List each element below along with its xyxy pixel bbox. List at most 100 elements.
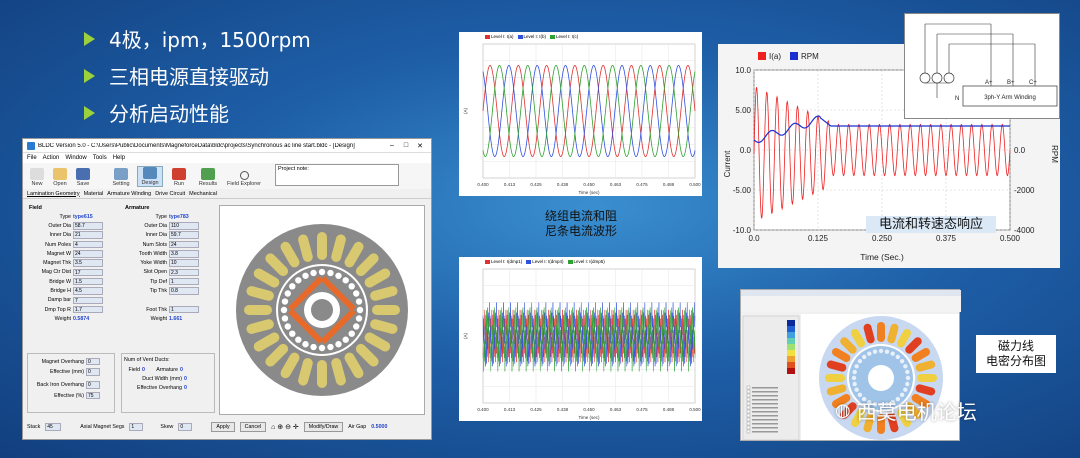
param-input[interactable]: 59.7: [169, 231, 199, 239]
menu-tools[interactable]: Tools: [93, 155, 107, 161]
option-label-line: [752, 411, 778, 413]
vent-field-value[interactable]: 0: [142, 367, 152, 373]
param-input[interactable]: 17: [73, 268, 103, 277]
air-gap-value[interactable]: 0.5000: [371, 424, 387, 430]
stack-input[interactable]: 45: [45, 423, 62, 431]
overhang-input[interactable]: 75: [86, 391, 100, 400]
param-input[interactable]: 58.7: [73, 222, 103, 230]
option-checkbox[interactable]: [746, 385, 751, 390]
option-checkbox[interactable]: [746, 397, 751, 402]
tab-armature-winding[interactable]: Armature Winding: [107, 191, 151, 197]
circuit-diagram: A+ B+ C+ N 3ph-Y Arm Winding: [904, 13, 1060, 119]
legend-swatch: [517, 34, 523, 39]
run-button[interactable]: Run: [166, 168, 192, 187]
x-tick-label: 0.500: [689, 182, 701, 187]
close-icon[interactable]: ✕: [413, 142, 427, 150]
x-tick-label: 0.425: [530, 407, 542, 412]
option-checkbox[interactable]: [746, 409, 751, 414]
design-button[interactable]: Design: [137, 166, 163, 187]
project-note-field[interactable]: Project note:: [275, 164, 399, 186]
overhang-label: Magnet Overhang: [41, 358, 84, 365]
armature-type-value[interactable]: type783: [169, 214, 189, 220]
option-checkbox[interactable]: [746, 429, 751, 434]
legend-swatch: [485, 259, 490, 264]
duct-width-row: Duct Width (mm) 0: [124, 374, 212, 383]
param-input[interactable]: 1.7: [73, 305, 103, 314]
field-explorer-button[interactable]: Field Explorer: [224, 171, 264, 187]
option-checkbox[interactable]: [746, 413, 751, 418]
skew-select[interactable]: 0: [178, 423, 193, 431]
option-checkbox[interactable]: [746, 401, 751, 406]
x-axis-label: Time (Sec.): [860, 252, 904, 262]
param-input[interactable]: 1: [169, 305, 199, 314]
param-input[interactable]: 2.3: [169, 268, 199, 277]
minimize-icon[interactable]: –: [385, 142, 399, 149]
option-checkbox[interactable]: [746, 389, 751, 394]
cancel-button[interactable]: Cancel: [239, 422, 267, 432]
damper-bar: [318, 268, 326, 276]
param-input[interactable]: 24: [73, 250, 103, 258]
param-input[interactable]: 4: [73, 240, 103, 249]
motor-cross-section-view[interactable]: [219, 205, 425, 415]
x-tick-label: 0.413: [504, 407, 516, 412]
effective-overhang-value[interactable]: 0: [184, 385, 187, 391]
maximize-icon[interactable]: □: [399, 142, 413, 149]
param-input[interactable]: 0.8: [169, 287, 199, 295]
param-input[interactable]: 110: [169, 222, 199, 230]
x-tick-label: 0.0: [748, 234, 760, 243]
vent-armature-value[interactable]: 0: [180, 367, 183, 373]
option-checkbox[interactable]: [746, 405, 751, 410]
apply-button[interactable]: Apply: [211, 422, 235, 432]
results-button[interactable]: Results: [195, 168, 221, 187]
option-checkbox[interactable]: [746, 393, 751, 398]
option-checkbox[interactable]: [746, 425, 751, 430]
field-type-value[interactable]: type615: [73, 214, 93, 220]
param-input[interactable]: 1: [169, 277, 199, 286]
x-tick-label: 0.463: [610, 407, 622, 412]
menu-help[interactable]: Help: [113, 155, 125, 161]
tab-material[interactable]: Material: [84, 191, 104, 197]
param-input[interactable]: 3.5: [73, 259, 103, 267]
x-tick-label: 0.450: [583, 407, 595, 412]
legend-label: Level I: I(dmp4): [532, 259, 564, 264]
param-input[interactable]: 3.8: [169, 250, 199, 258]
axial-magnet-segs-select[interactable]: 1: [129, 423, 144, 431]
param-input[interactable]: 7: [73, 296, 103, 305]
legend-item: Level I: I(a): [485, 34, 514, 39]
overhang-input[interactable]: 0: [86, 381, 100, 389]
damper-bar: [872, 349, 878, 354]
param-input[interactable]: 10: [169, 259, 199, 267]
duct-width-value[interactable]: 0: [184, 376, 187, 382]
param-input[interactable]: 24: [169, 240, 199, 249]
menu-action[interactable]: Action: [43, 155, 60, 161]
param-input[interactable]: 4.5: [73, 287, 103, 295]
menu-window[interactable]: Window: [65, 155, 86, 161]
y-right-tick-label: 0.0: [1014, 146, 1026, 155]
modify-draw-button[interactable]: Modify/Draw: [303, 422, 344, 432]
damper-bar: [852, 381, 857, 387]
zoom-icons[interactable]: ⌂ ⊕ ⊖ ✛: [271, 423, 299, 431]
new-button[interactable]: New: [27, 168, 47, 187]
field-weight-label: Weight: [54, 315, 71, 322]
new-file-icon: [30, 168, 44, 180]
bldc-window: BLDC Version 5.0 - C:\Users\Public\Docum…: [22, 138, 432, 440]
param-input[interactable]: 1.5: [73, 277, 103, 286]
legend-label: Level I: I(c): [556, 34, 579, 39]
menu-file[interactable]: File: [27, 155, 37, 161]
save-button[interactable]: Save: [73, 168, 93, 187]
tab-lamination-geometry[interactable]: Lamination Geometry: [27, 191, 80, 197]
param-input[interactable]: 21: [73, 231, 103, 239]
param-row: Magnet Thk 3.5: [25, 258, 121, 267]
overhang-input[interactable]: 0: [86, 368, 100, 376]
legend-label: RPM: [801, 52, 819, 61]
overhang-input[interactable]: 0: [86, 357, 100, 366]
setting-button[interactable]: Setting: [108, 168, 134, 187]
open-button[interactable]: Open: [50, 168, 70, 187]
option-checkbox[interactable]: [746, 421, 751, 426]
tab-mechanical[interactable]: Mechanical: [189, 191, 217, 197]
tab-drive-circuit[interactable]: Drive Circuit: [155, 191, 185, 197]
option-checkbox[interactable]: [746, 417, 751, 422]
x-axis-label: Time (sec): [578, 415, 600, 420]
armature-weight-value: 1.661: [169, 315, 183, 322]
param-label: Num Slots: [142, 241, 167, 248]
